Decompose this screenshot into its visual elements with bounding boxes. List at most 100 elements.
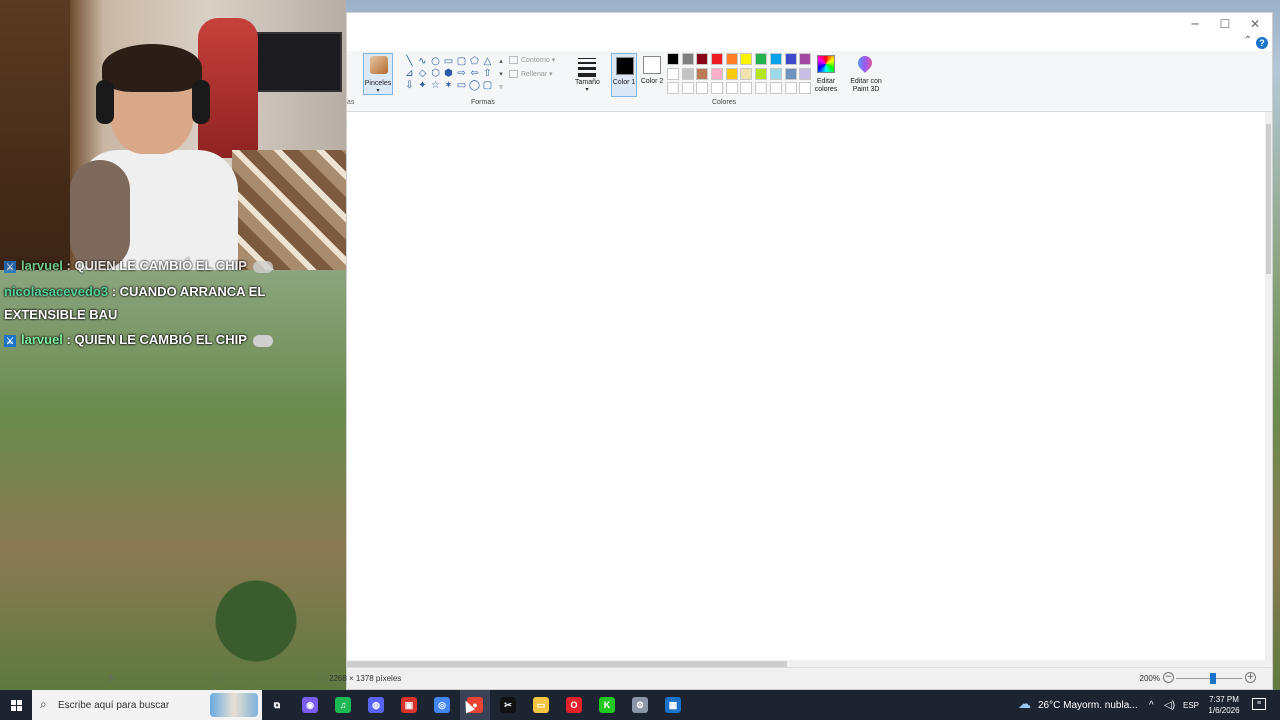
ribbon-tab-row: ⌃ ?	[347, 35, 1272, 51]
close-button[interactable]: ✕	[1240, 15, 1270, 33]
palette-color-6[interactable]	[755, 53, 768, 65]
palette-color-4[interactable]	[725, 53, 738, 65]
partial-group-label: as	[347, 99, 355, 106]
vertical-scroll-thumb[interactable]	[1266, 124, 1271, 274]
palette-color-3[interactable]	[711, 53, 724, 65]
palette-color-1[interactable]	[681, 53, 694, 65]
palette-color-2[interactable]	[696, 53, 709, 65]
shape-tool-12[interactable]: ⇦	[468, 68, 481, 80]
shape-tool-1[interactable]: ∿	[416, 56, 429, 68]
taskbar-search[interactable]: ⌕ Escribe aquí para buscar	[32, 690, 262, 720]
shape-tool-11[interactable]: ⇨	[455, 68, 468, 80]
search-placeholder: Escribe aquí para buscar	[58, 700, 170, 711]
shape-tool-18[interactable]: ▭	[455, 80, 468, 92]
chevron-up-icon[interactable]: ^	[1149, 700, 1154, 711]
shape-tool-10[interactable]: ⬢	[442, 68, 455, 80]
discord-icon[interactable]: ◍	[368, 697, 384, 713]
palette-color-15[interactable]	[740, 67, 753, 80]
zoom-slider-thumb[interactable]	[1210, 673, 1216, 684]
kick-icon[interactable]: K	[599, 697, 615, 713]
zoom-slider[interactable]	[1176, 678, 1242, 679]
maximize-button[interactable]: ☐	[1210, 15, 1240, 33]
shape-tool-14[interactable]: ⇩	[403, 80, 416, 92]
palette-color-19[interactable]	[799, 67, 812, 80]
palette-color-26[interactable]	[755, 82, 768, 95]
help-icon[interactable]: ?	[1256, 37, 1268, 49]
palette-color-8[interactable]	[784, 53, 797, 65]
webcam-overlay	[0, 0, 346, 270]
palette-color-12[interactable]	[696, 67, 709, 80]
size-button[interactable]: Tamaño ▾	[575, 55, 600, 95]
palette-color-25[interactable]	[740, 82, 753, 95]
ribbon: as Pinceles ▾ ╲ ∿ ○ ▭ ▢ ⬠ △ ⊿ ◇ ⬡ ⬢ ⇨ ⇦ ⇧ ⇩ ✦ ☆ ✶ ▭ ◯ ▢ ▴ ▾ ▿ …	[347, 51, 1272, 112]
collapse-ribbon-icon[interactable]: ⌃	[1244, 35, 1252, 46]
color1-label: Color 1	[612, 79, 636, 86]
edit-colors-button[interactable]: Editar colores	[813, 53, 839, 99]
drawing-canvas[interactable]	[347, 112, 1267, 665]
shapes-scroll[interactable]: ▴ ▾ ▿	[498, 55, 504, 94]
file-explorer-icon[interactable]: ▭	[533, 697, 549, 713]
shape-tool-7[interactable]: ⊿	[403, 68, 416, 80]
palette-color-13[interactable]	[711, 67, 724, 80]
shape-tool-19[interactable]: ◯	[468, 80, 481, 92]
shape-tool-15[interactable]: ✦	[416, 80, 429, 92]
palette-color-24[interactable]	[725, 82, 738, 95]
task-view-icon[interactable]: ⧉	[269, 697, 285, 713]
shape-tool-20[interactable]: ▢	[481, 80, 494, 92]
calculator-icon[interactable]: ▦	[665, 697, 681, 713]
notification-icon[interactable]: ≡	[1252, 698, 1266, 710]
palette-color-29[interactable]	[799, 82, 812, 95]
copilot-icon[interactable]: ◉	[302, 697, 318, 713]
fill-button[interactable]: Rellenar ▾	[509, 70, 553, 79]
color2-button[interactable]: Color 2	[639, 53, 665, 97]
palette-color-5[interactable]	[740, 53, 753, 65]
chat-username: nicolasacevedo3	[4, 284, 109, 299]
palette-color-18[interactable]	[784, 67, 797, 80]
shape-tool-4[interactable]: ▢	[455, 56, 468, 68]
palette-color-14[interactable]	[725, 67, 738, 80]
shape-tool-6[interactable]: △	[481, 56, 494, 68]
palette-color-20[interactable]	[667, 82, 679, 95]
palette-color-9[interactable]	[799, 53, 812, 65]
shape-tool-17[interactable]: ✶	[442, 80, 455, 92]
shape-tool-0[interactable]: ╲	[403, 56, 416, 68]
weather-text[interactable]: 26°C Mayorm. nubla...	[1038, 700, 1138, 711]
shape-tool-2[interactable]: ○	[429, 56, 442, 68]
palette-color-21[interactable]	[681, 82, 694, 95]
shape-tool-9[interactable]: ⬡	[429, 68, 442, 80]
shape-tool-3[interactable]: ▭	[442, 56, 455, 68]
edit-paint3d-button[interactable]: Editar con Paint 3D	[845, 53, 887, 99]
minimize-button[interactable]: ─	[1180, 15, 1210, 33]
clock[interactable]: 7:37 PM 1/6/2026	[1200, 694, 1248, 716]
spotify-icon[interactable]: ♫	[335, 697, 351, 713]
palette-color-16[interactable]	[755, 67, 768, 80]
color1-button[interactable]: Color 1	[611, 53, 637, 97]
zoom-out-button[interactable]: −	[1163, 672, 1174, 683]
palette-color-0[interactable]	[667, 53, 679, 65]
shape-tool-16[interactable]: ☆	[429, 80, 442, 92]
start-button[interactable]	[0, 690, 32, 720]
palette-color-22[interactable]	[696, 82, 709, 95]
volume-icon[interactable]: ◁)	[1164, 700, 1175, 711]
chrome-icon[interactable]: ◎	[434, 697, 450, 713]
language-indicator[interactable]: ESP	[1183, 701, 1199, 710]
shape-tool-5[interactable]: ⬠	[468, 56, 481, 68]
brushes-button[interactable]: Pinceles ▾	[363, 53, 393, 95]
shape-tool-13[interactable]: ⇧	[481, 68, 494, 80]
palette-color-17[interactable]	[769, 67, 782, 80]
opera-icon[interactable]: O	[566, 697, 582, 713]
palette-color-10[interactable]	[667, 67, 679, 80]
capcut-icon[interactable]: ✂	[500, 697, 516, 713]
vertical-scrollbar[interactable]	[1265, 112, 1272, 665]
palette-color-23[interactable]	[711, 82, 724, 95]
paint-window: ─ ☐ ✕ ⌃ ? as Pinceles ▾ ╲ ∿ ○ ▭ ▢ ⬠ △ ⊿ ◇ ⬡ ⬢ ⇨ ⇦ ⇧ ⇩ ✦…	[107, 12, 1273, 690]
palette-color-7[interactable]	[769, 53, 782, 65]
palette-color-27[interactable]	[769, 82, 782, 95]
media-app-icon[interactable]: ▣	[401, 697, 417, 713]
game-icon[interactable]: ⚙	[632, 697, 648, 713]
palette-color-11[interactable]	[681, 67, 694, 80]
palette-color-28[interactable]	[784, 82, 797, 95]
outline-button[interactable]: Contorno ▾	[509, 56, 555, 65]
zoom-in-button[interactable]: +	[1245, 672, 1256, 683]
shape-tool-8[interactable]: ◇	[416, 68, 429, 80]
